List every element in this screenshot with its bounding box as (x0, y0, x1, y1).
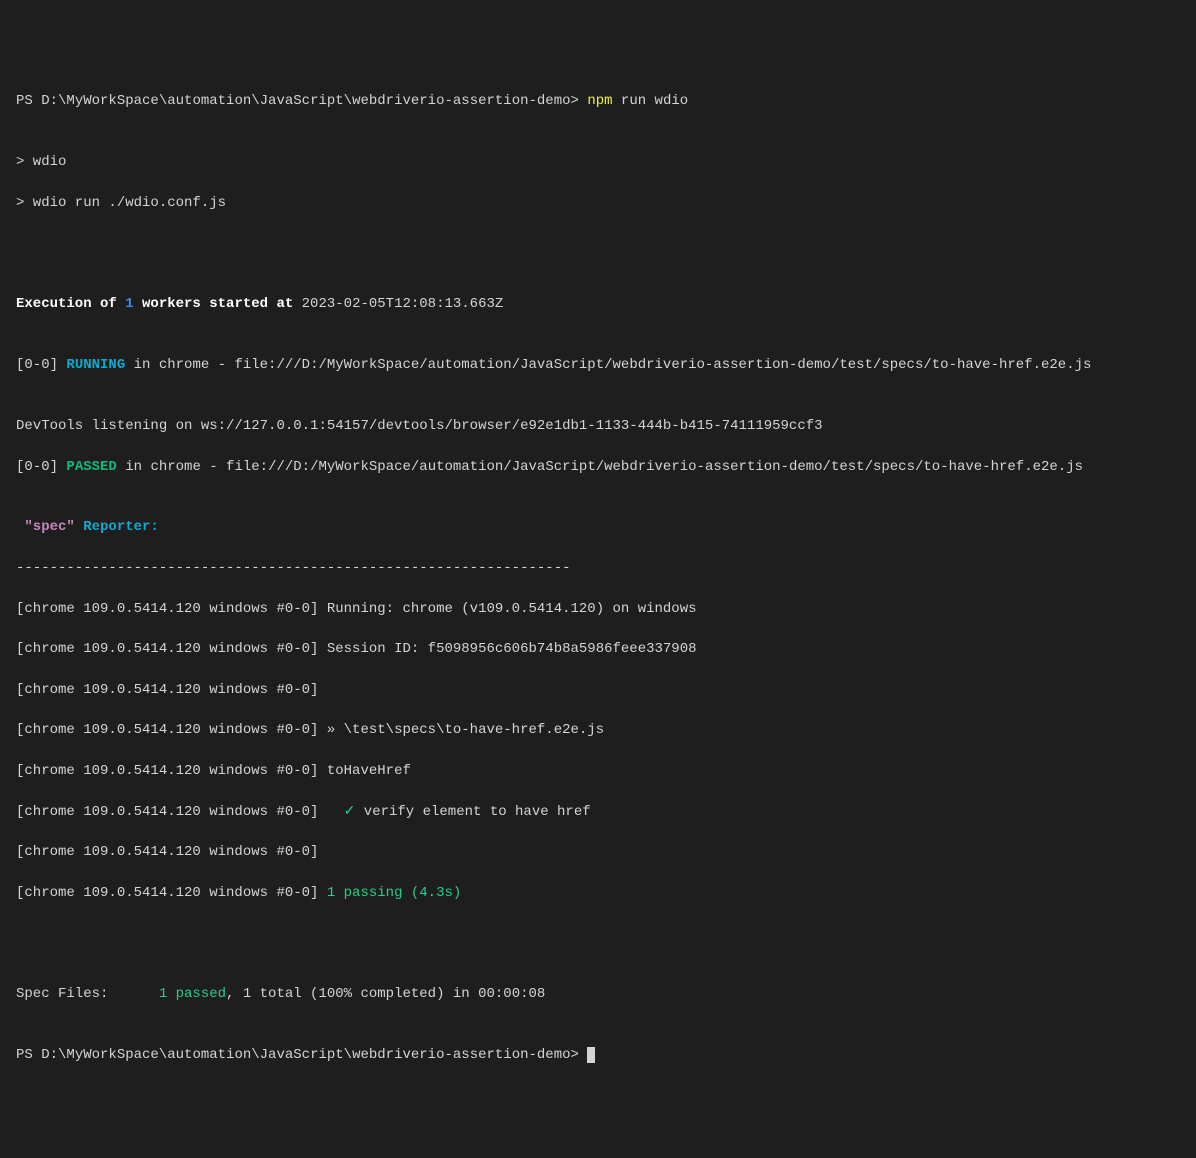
status-running: RUNNING (66, 357, 125, 373)
passed-line: [0-0] PASSED in chrome - file:///D:/MyWo… (16, 457, 1180, 477)
summary-passed: 1 passed (159, 986, 226, 1002)
row-content: Running: chrome (v109.0.5414.120) on win… (318, 601, 696, 617)
report-row-6: [chrome 109.0.5414.120 windows #0-0] ✓ v… (16, 802, 1180, 822)
row-prefix: [chrome 109.0.5414.120 windows #0-0] (16, 641, 318, 657)
report-row-1: [chrome 109.0.5414.120 windows #0-0] Run… (16, 599, 1180, 619)
row-prefix: [chrome 109.0.5414.120 windows #0-0] (16, 722, 318, 738)
cmd-args: run wdio (613, 93, 689, 109)
row-content: Session ID: f5098956c606b74b8a5986feee33… (318, 641, 696, 657)
cwd-path: D:\MyWorkSpace\automation\JavaScript\web… (41, 93, 587, 109)
exec-time: 2023-02-05T12:08:13.663Z (302, 296, 504, 312)
test-name: verify element to have href (364, 804, 591, 820)
reporter-spec: "spec" (16, 519, 75, 535)
worker-id: [0-0] (16, 357, 66, 373)
row-prefix: [chrome 109.0.5414.120 windows #0-0] (16, 885, 318, 901)
row-prefix: [chrome 109.0.5414.120 windows #0-0] (16, 682, 318, 698)
dashes: ----------------------------------------… (16, 558, 1180, 578)
cwd-path: D:\MyWorkSpace\automation\JavaScript\web… (41, 1047, 587, 1063)
status-passed: PASSED (66, 459, 116, 475)
execution-line: Execution of 1 workers started at 2023-0… (16, 294, 1180, 314)
running-rest: in chrome - file:///D:/MyWorkSpace/autom… (125, 357, 1091, 373)
report-row-4: [chrome 109.0.5414.120 windows #0-0] » \… (16, 720, 1180, 740)
ps-label: PS (16, 1047, 41, 1063)
report-row-8: [chrome 109.0.5414.120 windows #0-0] 1 p… (16, 883, 1180, 903)
row-prefix: [chrome 109.0.5414.120 windows #0-0] (16, 804, 318, 820)
spec-summary: Spec Files: 1 passed, 1 total (100% comp… (16, 984, 1180, 1004)
exec-post: workers started at (134, 296, 302, 312)
row-content: » \test\specs\to-have-href.e2e.js (318, 722, 604, 738)
summary-rest: , 1 total (100% completed) in 00:00:08 (226, 986, 545, 1002)
check-icon: ✓ (318, 804, 363, 820)
cursor-icon (587, 1047, 595, 1063)
summary-label: Spec Files: (16, 986, 159, 1002)
prompt-line-1: PS D:\MyWorkSpace\automation\JavaScript\… (16, 91, 1180, 111)
row-content: toHaveHref (318, 763, 410, 779)
row-prefix: [chrome 109.0.5414.120 windows #0-0] (16, 763, 318, 779)
report-row-5: [chrome 109.0.5414.120 windows #0-0] toH… (16, 761, 1180, 781)
ps-label: PS (16, 93, 41, 109)
script-echo-1: > wdio (16, 152, 1180, 172)
cmd-npm: npm (587, 93, 612, 109)
row-prefix: [chrome 109.0.5414.120 windows #0-0] (16, 844, 318, 860)
row-prefix: [chrome 109.0.5414.120 windows #0-0] (16, 601, 318, 617)
worker-id: [0-0] (16, 459, 66, 475)
reporter-header: "spec" Reporter: (16, 517, 1180, 537)
report-row-7: [chrome 109.0.5414.120 windows #0-0] (16, 842, 1180, 862)
report-row-3: [chrome 109.0.5414.120 windows #0-0] (16, 680, 1180, 700)
exec-count: 1 (125, 296, 133, 312)
report-row-2: [chrome 109.0.5414.120 windows #0-0] Ses… (16, 639, 1180, 659)
running-line: [0-0] RUNNING in chrome - file:///D:/MyW… (16, 355, 1180, 375)
passed-rest: in chrome - file:///D:/MyWorkSpace/autom… (117, 459, 1083, 475)
reporter-label: Reporter: (75, 519, 159, 535)
devtools-line: DevTools listening on ws://127.0.0.1:541… (16, 416, 1180, 436)
script-echo-2: > wdio run ./wdio.conf.js (16, 193, 1180, 213)
passing-summary: 1 passing (4.3s) (318, 885, 461, 901)
exec-pre: Execution of (16, 296, 125, 312)
prompt-line-2[interactable]: PS D:\MyWorkSpace\automation\JavaScript\… (16, 1045, 1180, 1065)
